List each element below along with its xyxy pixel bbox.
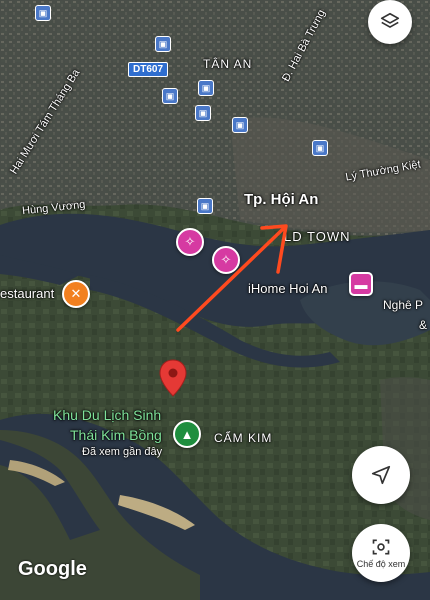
google-logo: Google: [18, 558, 87, 580]
poi-sublabel-recently-viewed: Đã xem gần đây: [82, 446, 163, 458]
annotation-arrow: [176, 224, 288, 332]
tree-icon[interactable]: ▲: [173, 420, 201, 448]
area-label-cam-kim: CẨM KIM: [214, 431, 273, 445]
view-mode-button[interactable]: Chế độ xem: [352, 524, 410, 582]
my-location-button[interactable]: [352, 446, 410, 504]
poi-label-resort-line2[interactable]: Thái Kim Bồng: [70, 425, 162, 445]
map-pin-icon[interactable]: [159, 359, 187, 397]
poi-label-resort-line1[interactable]: Khu Du Lịch Sinh: [53, 405, 161, 425]
map-view[interactable]: DT607 ▣ ▣ ▣ ▣ ▣ ▣ ▣ ▣ TÂN AN Tp. Hội An …: [0, 0, 430, 600]
camera-scan-icon: [372, 539, 390, 555]
view-mode-label: Chế độ xem: [356, 559, 406, 569]
location-arrow-icon: [371, 465, 391, 485]
layers-button[interactable]: [368, 0, 412, 44]
layers-icon: [380, 12, 400, 28]
